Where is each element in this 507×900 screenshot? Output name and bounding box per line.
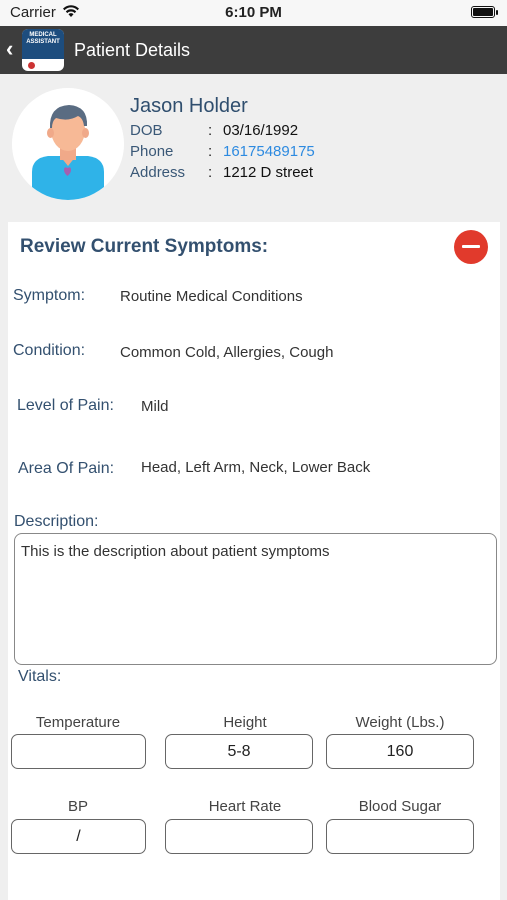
description-textarea[interactable]: This is the description about patient sy… bbox=[14, 533, 497, 665]
pain-area-label: Area Of Pain: bbox=[18, 460, 115, 477]
symptom-label: Symptom: bbox=[13, 287, 86, 304]
status-bar: Carrier 6:10 PM bbox=[0, 0, 507, 26]
phone-colon: : bbox=[208, 143, 213, 160]
patient-name: Jason Holder bbox=[130, 95, 248, 117]
dob-value: 03/16/1992 bbox=[223, 122, 299, 139]
heart-rate-input[interactable] bbox=[165, 819, 313, 854]
address-label: Address bbox=[130, 164, 186, 181]
bp-input[interactable]: / bbox=[11, 819, 146, 854]
heart-rate-label: Heart Rate bbox=[208, 798, 282, 815]
patient-header: Jason Holder DOB : 03/16/1992 Phone : 16… bbox=[0, 74, 507, 222]
phone-link[interactable]: 16175489175 bbox=[223, 143, 315, 160]
minus-icon bbox=[462, 245, 480, 248]
user-avatar-icon bbox=[12, 88, 124, 200]
blood-sugar-input[interactable] bbox=[326, 819, 474, 854]
remove-button[interactable] bbox=[454, 230, 488, 264]
symptom-value: Routine Medical Conditions bbox=[120, 288, 303, 305]
logo-text: MEDICAL ASSISTANT bbox=[22, 29, 64, 59]
vitals-label: Vitals: bbox=[18, 668, 62, 685]
back-button[interactable]: ‹ bbox=[6, 35, 13, 63]
weight-input[interactable]: 160 bbox=[326, 734, 474, 769]
condition-label: Condition: bbox=[13, 342, 86, 359]
condition-value: Common Cold, Allergies, Cough bbox=[120, 344, 334, 361]
clock: 6:10 PM bbox=[225, 4, 282, 21]
dob-label: DOB bbox=[130, 122, 163, 139]
description-label: Description: bbox=[14, 513, 99, 530]
app-logo: MEDICAL ASSISTANT bbox=[22, 29, 64, 71]
bp-label: BP bbox=[67, 798, 88, 815]
dob-colon: : bbox=[208, 122, 213, 139]
section-title: Review Current Symptoms: bbox=[20, 236, 269, 257]
height-label: Height bbox=[223, 714, 267, 731]
temperature-label: Temperature bbox=[35, 714, 121, 731]
temperature-input[interactable] bbox=[11, 734, 146, 769]
pain-area-value: Head, Left Arm, Neck, Lower Back bbox=[141, 459, 371, 476]
symptoms-card: Review Current Symptoms: Symptom: Routin… bbox=[8, 222, 500, 900]
pain-level-value: Mild bbox=[141, 398, 169, 415]
address-colon: : bbox=[208, 164, 213, 181]
phone-label: Phone bbox=[130, 143, 174, 160]
pain-level-label: Level of Pain: bbox=[17, 397, 114, 414]
address-value: 1212 D street bbox=[223, 164, 314, 181]
battery-icon bbox=[471, 6, 498, 18]
weight-label: Weight (Lbs.) bbox=[355, 714, 445, 731]
nav-bar: ‹ MEDICAL ASSISTANT Patient Details bbox=[0, 26, 507, 74]
page-title: Patient Details bbox=[74, 40, 191, 60]
blood-sugar-label: Blood Sugar bbox=[358, 798, 442, 815]
height-input[interactable]: 5-8 bbox=[165, 734, 313, 769]
